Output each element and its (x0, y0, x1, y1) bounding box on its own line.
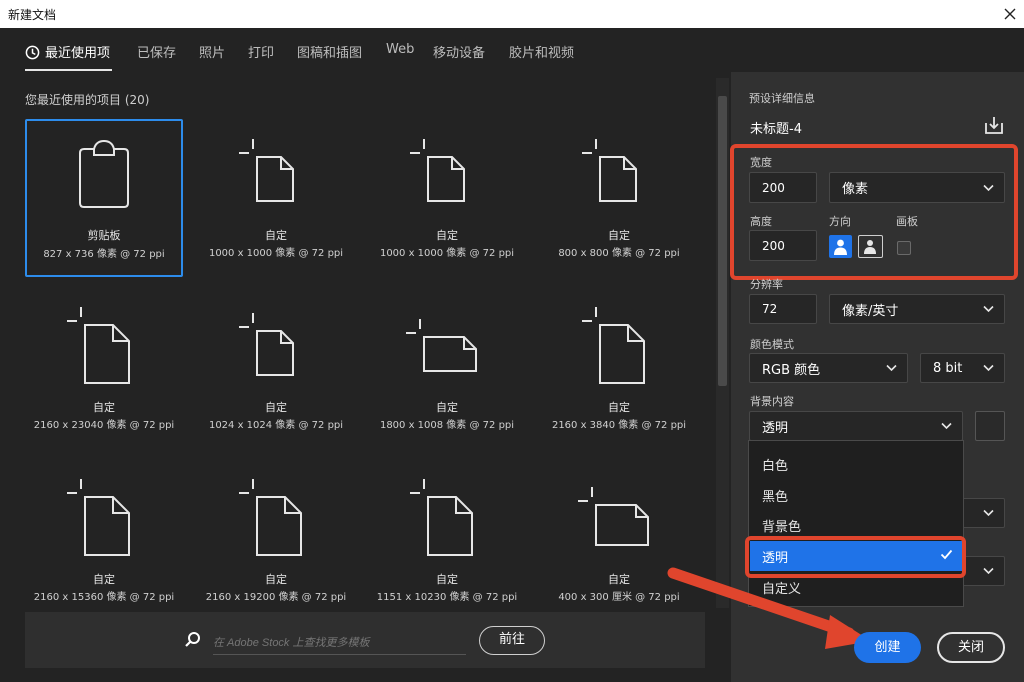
color-mode-dropdown[interactable]: RGB 颜色 (749, 353, 908, 383)
bit-depth-dropdown[interactable]: 8 bit (920, 353, 1005, 383)
chevron-down-icon (983, 305, 994, 313)
resolution-input[interactable]: 72 (749, 294, 817, 324)
tab-mobile[interactable]: 移动设备 (433, 42, 485, 64)
chevron-down-icon (983, 509, 994, 517)
close-button[interactable]: 关闭 (937, 632, 1005, 663)
preset-name: 自定 (265, 401, 287, 414)
tab-recent[interactable]: 最近使用项 (25, 42, 110, 64)
document-portrait-icon (410, 479, 473, 556)
preset-name: 自定 (93, 401, 115, 414)
tab-film-video[interactable]: 胶片和视频 (509, 42, 574, 64)
preset-card-clipboard[interactable]: 剪贴板 827 x 736 像素 @ 72 ppi (25, 119, 183, 277)
preset-details-title: 预设详细信息 (749, 92, 815, 105)
chevron-down-icon (983, 364, 994, 372)
window-title: 新建文档 (8, 8, 57, 22)
preset-card[interactable]: 自定 2160 x 23040 像素 @ 72 ppi (25, 291, 183, 449)
tab-saved[interactable]: 已保存 (137, 42, 176, 64)
menu-item-background-color[interactable]: 背景色 (762, 516, 801, 535)
preset-dimensions: 1151 x 10230 像素 @ 72 ppi (376, 592, 518, 603)
document-icon (582, 139, 637, 202)
preset-dimensions: 2160 x 23040 像素 @ 72 ppi (33, 420, 175, 431)
preset-dimensions: 827 x 736 像素 @ 72 ppi (43, 249, 165, 260)
title-bar: 新建文档 (0, 0, 1024, 28)
document-portrait-icon (67, 479, 130, 556)
preset-card[interactable]: 自定 1000 x 1000 像素 @ 72 ppi (197, 119, 355, 277)
background-contents-label: 背景内容 (750, 395, 794, 408)
close-icon (1004, 8, 1016, 20)
preset-dimensions: 2160 x 19200 像素 @ 72 ppi (205, 592, 347, 603)
document-portrait-icon (239, 479, 302, 556)
chevron-down-icon (886, 364, 897, 372)
window-close-button[interactable] (996, 0, 1024, 28)
preset-name: 自定 (608, 401, 630, 414)
preset-name: 自定 (436, 573, 458, 586)
scrollbar-thumb[interactable] (718, 96, 727, 386)
menu-item-white[interactable]: 白色 (762, 455, 788, 474)
preset-name: 剪贴板 (87, 229, 121, 242)
clipboard-icon (79, 139, 129, 208)
recent-items-header: 您最近使用的项目 (20) (25, 93, 150, 107)
resolution-label: 分辨率 (750, 278, 783, 291)
preset-dimensions: 2160 x 15360 像素 @ 72 ppi (33, 592, 175, 603)
preset-card[interactable]: 自定 2160 x 3840 像素 @ 72 ppi (540, 291, 698, 449)
color-mode-label: 颜色模式 (750, 338, 794, 351)
stock-search-input[interactable] (213, 629, 466, 655)
background-contents-dropdown[interactable]: 透明 (749, 411, 963, 441)
background-color-swatch[interactable] (975, 411, 1005, 441)
preset-dimensions: 800 x 800 像素 @ 72 ppi (558, 248, 680, 259)
preset-card[interactable]: 自定 1000 x 1000 像素 @ 72 ppi (368, 119, 526, 277)
save-preset-icon[interactable] (983, 115, 1005, 135)
preset-dimensions: 1000 x 1000 像素 @ 72 ppi (208, 248, 344, 259)
document-name[interactable]: 未标题-4 (750, 118, 802, 137)
color-mode-value: RGB 颜色 (762, 362, 821, 378)
chevron-down-icon (983, 567, 994, 575)
resolution-unit-value: 像素/英寸 (842, 303, 899, 319)
tab-web[interactable]: Web (386, 42, 414, 64)
document-icon (410, 139, 465, 202)
preset-name: 自定 (436, 401, 458, 414)
clock-icon (25, 45, 40, 60)
preset-name: 自定 (436, 229, 458, 242)
tab-print[interactable]: 打印 (248, 42, 274, 64)
preset-card[interactable]: 自定 1800 x 1008 像素 @ 72 ppi (368, 291, 526, 449)
preset-name: 自定 (93, 573, 115, 586)
preset-name: 自定 (608, 229, 630, 242)
preset-name: 自定 (265, 573, 287, 586)
tab-art-illustration[interactable]: 图稿和插图 (297, 42, 362, 64)
resolution-unit-dropdown[interactable]: 像素/英寸 (829, 294, 1005, 324)
create-button[interactable]: 创建 (854, 632, 921, 663)
bit-depth-value: 8 bit (933, 360, 963, 376)
preset-card[interactable]: 自定 1024 x 1024 像素 @ 72 ppi (197, 291, 355, 449)
document-portrait-icon (67, 307, 130, 384)
preset-dimensions: 2160 x 3840 像素 @ 72 ppi (551, 420, 687, 431)
document-icon (239, 313, 294, 376)
preset-card[interactable]: 自定 2160 x 19200 像素 @ 72 ppi (197, 463, 355, 621)
document-icon (239, 139, 294, 202)
preset-name: 自定 (265, 229, 287, 242)
preset-card[interactable]: 自定 2160 x 15360 像素 @ 72 ppi (25, 463, 183, 621)
preset-card[interactable]: 自定 1151 x 10230 像素 @ 72 ppi (368, 463, 526, 621)
preset-card[interactable]: 自定 800 x 800 像素 @ 72 ppi (540, 119, 698, 277)
background-contents-value: 透明 (762, 420, 789, 436)
go-button[interactable]: 前往 (479, 626, 545, 655)
document-landscape-icon (578, 487, 649, 546)
search-icon (185, 632, 200, 647)
tab-photo[interactable]: 照片 (199, 42, 225, 64)
tab-underline (25, 69, 112, 71)
preset-dimensions: 1024 x 1024 像素 @ 72 ppi (208, 420, 344, 431)
preset-dimensions: 1800 x 1008 像素 @ 72 ppi (379, 420, 515, 431)
document-portrait-icon (582, 307, 645, 384)
highlight-box-size (730, 144, 1018, 280)
preset-dimensions: 1000 x 1000 像素 @ 72 ppi (379, 248, 515, 259)
document-landscape-icon (406, 319, 477, 372)
chevron-down-icon (941, 422, 952, 430)
menu-item-black[interactable]: 黑色 (762, 486, 788, 505)
tab-label: 最近使用项 (45, 46, 111, 61)
